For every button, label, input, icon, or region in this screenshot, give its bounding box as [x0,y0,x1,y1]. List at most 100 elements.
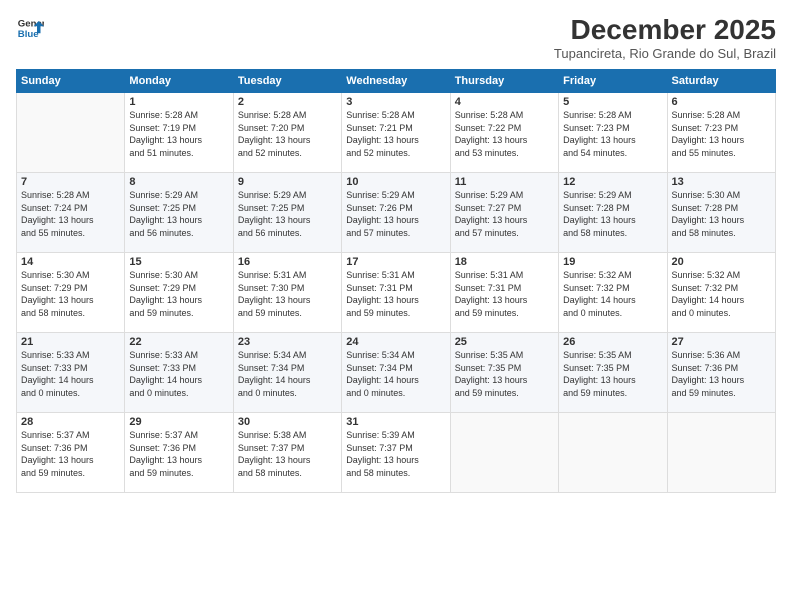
day-info: Sunrise: 5:33 AM Sunset: 7:33 PM Dayligh… [129,349,228,399]
day-number: 30 [238,416,337,428]
calendar-cell: 13Sunrise: 5:30 AM Sunset: 7:28 PM Dayli… [667,173,775,253]
calendar-week-3: 14Sunrise: 5:30 AM Sunset: 7:29 PM Dayli… [17,253,776,333]
calendar-week-4: 21Sunrise: 5:33 AM Sunset: 7:33 PM Dayli… [17,333,776,413]
calendar-table: SundayMondayTuesdayWednesdayThursdayFrid… [16,69,776,493]
day-info: Sunrise: 5:35 AM Sunset: 7:35 PM Dayligh… [563,349,662,399]
day-number: 29 [129,416,228,428]
day-number: 25 [455,336,554,348]
calendar-cell [450,413,558,493]
day-header-sunday: Sunday [17,70,125,93]
day-header-monday: Monday [125,70,233,93]
day-number: 31 [346,416,445,428]
calendar-cell: 15Sunrise: 5:30 AM Sunset: 7:29 PM Dayli… [125,253,233,333]
day-number: 15 [129,256,228,268]
calendar-cell: 4Sunrise: 5:28 AM Sunset: 7:22 PM Daylig… [450,93,558,173]
calendar-cell: 10Sunrise: 5:29 AM Sunset: 7:26 PM Dayli… [342,173,450,253]
logo-icon: General Blue [16,14,44,42]
calendar-cell: 19Sunrise: 5:32 AM Sunset: 7:32 PM Dayli… [559,253,667,333]
calendar-cell: 2Sunrise: 5:28 AM Sunset: 7:20 PM Daylig… [233,93,341,173]
day-info: Sunrise: 5:30 AM Sunset: 7:29 PM Dayligh… [129,269,228,319]
day-info: Sunrise: 5:30 AM Sunset: 7:29 PM Dayligh… [21,269,120,319]
day-number: 19 [563,256,662,268]
page: General Blue December 2025 Tupancireta, … [0,0,792,612]
calendar-cell: 8Sunrise: 5:29 AM Sunset: 7:25 PM Daylig… [125,173,233,253]
day-info: Sunrise: 5:29 AM Sunset: 7:26 PM Dayligh… [346,189,445,239]
calendar-cell: 1Sunrise: 5:28 AM Sunset: 7:19 PM Daylig… [125,93,233,173]
day-number: 5 [563,96,662,108]
day-number: 13 [672,176,771,188]
day-info: Sunrise: 5:35 AM Sunset: 7:35 PM Dayligh… [455,349,554,399]
calendar-cell: 11Sunrise: 5:29 AM Sunset: 7:27 PM Dayli… [450,173,558,253]
day-info: Sunrise: 5:29 AM Sunset: 7:25 PM Dayligh… [129,189,228,239]
day-number: 3 [346,96,445,108]
day-info: Sunrise: 5:31 AM Sunset: 7:30 PM Dayligh… [238,269,337,319]
day-number: 2 [238,96,337,108]
day-info: Sunrise: 5:33 AM Sunset: 7:33 PM Dayligh… [21,349,120,399]
calendar-cell: 31Sunrise: 5:39 AM Sunset: 7:37 PM Dayli… [342,413,450,493]
day-header-thursday: Thursday [450,70,558,93]
day-number: 1 [129,96,228,108]
calendar-cell: 24Sunrise: 5:34 AM Sunset: 7:34 PM Dayli… [342,333,450,413]
day-number: 14 [21,256,120,268]
day-number: 23 [238,336,337,348]
calendar-cell: 23Sunrise: 5:34 AM Sunset: 7:34 PM Dayli… [233,333,341,413]
calendar-cell: 5Sunrise: 5:28 AM Sunset: 7:23 PM Daylig… [559,93,667,173]
day-number: 21 [21,336,120,348]
day-header-wednesday: Wednesday [342,70,450,93]
calendar-cell: 6Sunrise: 5:28 AM Sunset: 7:23 PM Daylig… [667,93,775,173]
day-info: Sunrise: 5:29 AM Sunset: 7:27 PM Dayligh… [455,189,554,239]
day-info: Sunrise: 5:28 AM Sunset: 7:24 PM Dayligh… [21,189,120,239]
day-info: Sunrise: 5:32 AM Sunset: 7:32 PM Dayligh… [672,269,771,319]
calendar-cell: 7Sunrise: 5:28 AM Sunset: 7:24 PM Daylig… [17,173,125,253]
day-info: Sunrise: 5:31 AM Sunset: 7:31 PM Dayligh… [455,269,554,319]
day-number: 6 [672,96,771,108]
calendar-header-row: SundayMondayTuesdayWednesdayThursdayFrid… [17,70,776,93]
day-number: 20 [672,256,771,268]
day-header-tuesday: Tuesday [233,70,341,93]
day-info: Sunrise: 5:28 AM Sunset: 7:23 PM Dayligh… [563,109,662,159]
calendar-cell: 27Sunrise: 5:36 AM Sunset: 7:36 PM Dayli… [667,333,775,413]
calendar-cell: 30Sunrise: 5:38 AM Sunset: 7:37 PM Dayli… [233,413,341,493]
day-info: Sunrise: 5:28 AM Sunset: 7:23 PM Dayligh… [672,109,771,159]
calendar-cell: 28Sunrise: 5:37 AM Sunset: 7:36 PM Dayli… [17,413,125,493]
calendar-cell: 9Sunrise: 5:29 AM Sunset: 7:25 PM Daylig… [233,173,341,253]
calendar-week-2: 7Sunrise: 5:28 AM Sunset: 7:24 PM Daylig… [17,173,776,253]
calendar-cell [559,413,667,493]
day-number: 22 [129,336,228,348]
day-info: Sunrise: 5:37 AM Sunset: 7:36 PM Dayligh… [21,429,120,479]
calendar-cell: 20Sunrise: 5:32 AM Sunset: 7:32 PM Dayli… [667,253,775,333]
calendar-cell: 25Sunrise: 5:35 AM Sunset: 7:35 PM Dayli… [450,333,558,413]
logo: General Blue [16,14,44,42]
day-number: 18 [455,256,554,268]
calendar-cell: 26Sunrise: 5:35 AM Sunset: 7:35 PM Dayli… [559,333,667,413]
day-info: Sunrise: 5:38 AM Sunset: 7:37 PM Dayligh… [238,429,337,479]
svg-text:Blue: Blue [18,29,39,40]
calendar-cell [667,413,775,493]
day-info: Sunrise: 5:36 AM Sunset: 7:36 PM Dayligh… [672,349,771,399]
calendar-cell: 16Sunrise: 5:31 AM Sunset: 7:30 PM Dayli… [233,253,341,333]
day-info: Sunrise: 5:30 AM Sunset: 7:28 PM Dayligh… [672,189,771,239]
day-info: Sunrise: 5:34 AM Sunset: 7:34 PM Dayligh… [346,349,445,399]
day-info: Sunrise: 5:28 AM Sunset: 7:20 PM Dayligh… [238,109,337,159]
day-info: Sunrise: 5:32 AM Sunset: 7:32 PM Dayligh… [563,269,662,319]
day-number: 27 [672,336,771,348]
calendar-cell: 12Sunrise: 5:29 AM Sunset: 7:28 PM Dayli… [559,173,667,253]
day-info: Sunrise: 5:29 AM Sunset: 7:25 PM Dayligh… [238,189,337,239]
day-number: 10 [346,176,445,188]
day-number: 4 [455,96,554,108]
day-header-friday: Friday [559,70,667,93]
day-info: Sunrise: 5:37 AM Sunset: 7:36 PM Dayligh… [129,429,228,479]
calendar-cell: 22Sunrise: 5:33 AM Sunset: 7:33 PM Dayli… [125,333,233,413]
day-info: Sunrise: 5:28 AM Sunset: 7:21 PM Dayligh… [346,109,445,159]
day-number: 16 [238,256,337,268]
calendar-cell: 3Sunrise: 5:28 AM Sunset: 7:21 PM Daylig… [342,93,450,173]
calendar-cell: 18Sunrise: 5:31 AM Sunset: 7:31 PM Dayli… [450,253,558,333]
title-block: December 2025 Tupancireta, Rio Grande do… [554,14,776,61]
location: Tupancireta, Rio Grande do Sul, Brazil [554,46,776,61]
calendar-cell: 14Sunrise: 5:30 AM Sunset: 7:29 PM Dayli… [17,253,125,333]
calendar-week-1: 1Sunrise: 5:28 AM Sunset: 7:19 PM Daylig… [17,93,776,173]
day-number: 12 [563,176,662,188]
day-info: Sunrise: 5:31 AM Sunset: 7:31 PM Dayligh… [346,269,445,319]
day-info: Sunrise: 5:29 AM Sunset: 7:28 PM Dayligh… [563,189,662,239]
calendar-cell: 17Sunrise: 5:31 AM Sunset: 7:31 PM Dayli… [342,253,450,333]
